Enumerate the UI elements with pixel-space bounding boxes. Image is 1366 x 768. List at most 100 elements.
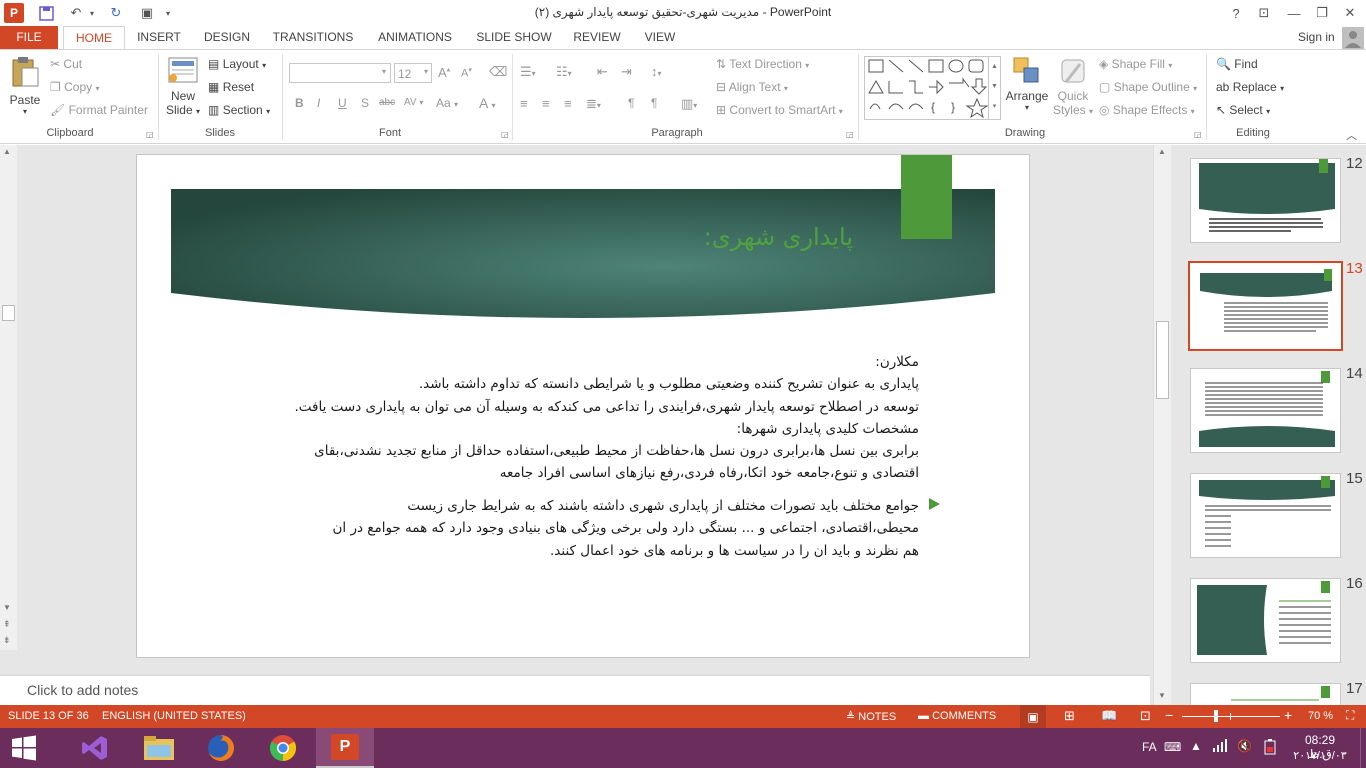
underline-button[interactable]: U [338,96,347,110]
tab-animations[interactable]: ANIMATIONS [370,26,460,50]
tab-view[interactable]: VIEW [638,26,682,50]
scroll-up-icon[interactable]: ▲ [1158,147,1166,156]
text-direction-button[interactable]: ⇅ Text Direction ▾ [716,57,809,71]
scroll-thumb[interactable] [2,305,15,321]
slide-thumbnail-17[interactable] [1190,683,1341,705]
paste-button[interactable]: Paste ▾ [8,56,42,122]
slide-thumbnail-14[interactable] [1190,368,1341,453]
scroll-down-icon[interactable]: ▼ [3,603,11,612]
decrease-indent-icon[interactable]: ⇤ [597,64,608,80]
language-indicator[interactable]: ENGLISH (UNITED STATES) [102,710,246,722]
slide-title[interactable]: پایداری شهری: [537,223,853,251]
shape-effects-button[interactable]: ◎ Shape Effects ▾ [1099,103,1195,117]
taskbar-chrome[interactable] [254,728,312,768]
center-icon[interactable]: ≡ [542,96,550,111]
reset-button[interactable]: ▦ Reset [208,80,254,94]
increase-indent-icon[interactable]: ⇥ [621,64,632,80]
comments-button[interactable]: ▬ COMMENTS [918,710,996,722]
shape-outline-button[interactable]: ▢ Shape Outline ▾ [1099,80,1197,94]
line-spacing-icon[interactable]: ↕▾ [651,64,662,79]
quick-styles-button[interactable]: Quick Styles ▾ [1052,56,1094,117]
keyboard-icon[interactable]: ⌨ [1164,740,1181,754]
justify-icon[interactable]: ≣▾ [586,96,601,112]
battery-icon[interactable] [1262,739,1278,758]
slide-canvas[interactable]: پایداری شهری: مکلارن: پایداری به عنوان ت… [136,154,1030,658]
layout-button[interactable]: ▤ Layout ▾ [208,57,266,71]
user-avatar[interactable] [1342,27,1364,49]
taskbar-firefox[interactable] [192,728,250,768]
new-slide-button[interactable]: New Slide ▾ [164,56,202,117]
network-icon[interactable] [1212,738,1228,755]
shapes-scroll-icon[interactable]: ▲ ▼ ▾ [988,57,1000,119]
scroll-thumb[interactable] [1156,321,1169,399]
slide-body[interactable]: مکلارن: پایداری به عنوان تشریح کننده وضع… [287,351,919,485]
maximize-button[interactable]: ❐ [1310,2,1334,24]
tab-home[interactable]: HOME [63,26,125,51]
cut-button[interactable]: ✂ Cut [50,57,82,71]
section-button[interactable]: ▥ Section ▾ [208,103,270,117]
ribbon-display-options-icon[interactable]: ⊡ [1254,2,1274,24]
scroll-up-icon[interactable]: ▲ [3,147,11,156]
slide-bullet-paragraph[interactable]: جوامع مختلف باید تصورات مختلف از پایداری… [287,495,920,562]
slide-thumbnail-16[interactable] [1190,578,1341,663]
zoom-slider-thumb[interactable] [1214,710,1218,722]
shapes-gallery[interactable]: {} ▲ ▼ ▾ [864,56,1001,120]
paragraph-launcher-icon[interactable]: ◲ [846,130,854,139]
font-name-combo[interactable]: ▾ [289,63,391,83]
format-painter-button[interactable]: 🖌 Format Painter [50,103,148,117]
taskbar-file-explorer[interactable] [130,728,188,768]
columns-icon[interactable]: ▥▾ [681,96,697,112]
tab-design[interactable]: DESIGN [198,26,256,50]
shrink-font-icon[interactable]: A▾ [461,66,472,80]
zoom-out-icon[interactable]: − [1165,707,1173,723]
rtl-icon[interactable]: ¶ [651,96,657,110]
ltr-icon[interactable]: ¶ [628,96,634,110]
tab-review[interactable]: REVIEW [568,26,626,50]
input-language[interactable]: FA [1142,740,1157,754]
slide-sorter-icon[interactable]: ⊞ [1064,708,1075,724]
collapse-ribbon-icon[interactable]: ︿ [1346,127,1357,143]
slide-scrollbar[interactable]: ▲ ▼ [1153,145,1171,705]
character-spacing-button[interactable]: AV ▾ [404,97,423,108]
minimize-button[interactable]: — [1282,2,1306,24]
text-shadow-button[interactable]: S [361,96,369,110]
help-button[interactable]: ? [1226,2,1246,24]
scroll-down-icon[interactable]: ▼ [1158,691,1166,700]
close-button[interactable]: ✕ [1338,2,1362,24]
strikethrough-button[interactable]: abc [379,97,395,108]
grow-font-icon[interactable]: A▴ [438,65,450,80]
italic-button[interactable]: I [317,96,320,110]
arrange-button[interactable]: Arrange ▾ [1004,56,1050,112]
zoom-slider[interactable] [1182,710,1280,722]
bold-button[interactable]: B [295,96,304,110]
clipboard-launcher-icon[interactable]: ◲ [146,130,154,139]
align-text-button[interactable]: ⊟ Align Text ▾ [716,80,788,94]
slideshow-view-icon[interactable]: ⊡ [1140,708,1151,724]
next-slide-icon[interactable]: ⇟ [3,635,11,646]
notes-button[interactable]: ≜ NOTES [846,710,896,723]
zoom-level[interactable]: 70 % [1308,710,1333,722]
taskbar-visual-studio[interactable] [66,728,124,768]
clock-date[interactable]: ۲۰۱۷/۱۰/۰۳ [1292,749,1348,762]
slide-thumbnail-12[interactable] [1190,158,1341,243]
zoom-in-icon[interactable]: + [1284,707,1292,723]
font-launcher-icon[interactable]: ◲ [501,130,509,139]
copy-button[interactable]: ❐ Copy ▾ [50,80,99,94]
tab-slide-show[interactable]: SLIDE SHOW [474,26,554,50]
fit-to-window-icon[interactable]: ⛶ [1346,708,1354,723]
left-scrollbar[interactable]: ▲ ▼ ⇞ ⇟ [0,145,17,650]
replace-button[interactable]: ab Replace ▾ [1216,80,1284,94]
taskbar-powerpoint-active[interactable]: P [316,728,374,768]
change-case-button[interactable]: Aa ▾ [436,96,458,110]
font-size-combo[interactable]: 12 ▾ [394,63,432,83]
tab-insert[interactable]: INSERT [132,26,186,50]
numbering-icon[interactable]: ☷▾ [556,64,572,80]
select-button[interactable]: ↖ Select ▾ [1216,103,1270,117]
previous-slide-icon[interactable]: ⇞ [3,619,11,630]
sign-in-link[interactable]: Sign in [1298,30,1335,44]
find-button[interactable]: 🔍 Find [1216,57,1258,71]
tab-file[interactable]: FILE [0,26,58,50]
bullets-icon[interactable]: ☰▾ [520,64,536,80]
align-right-icon[interactable]: ≡ [564,96,572,111]
tray-overflow-icon[interactable]: ▲ [1190,739,1202,753]
